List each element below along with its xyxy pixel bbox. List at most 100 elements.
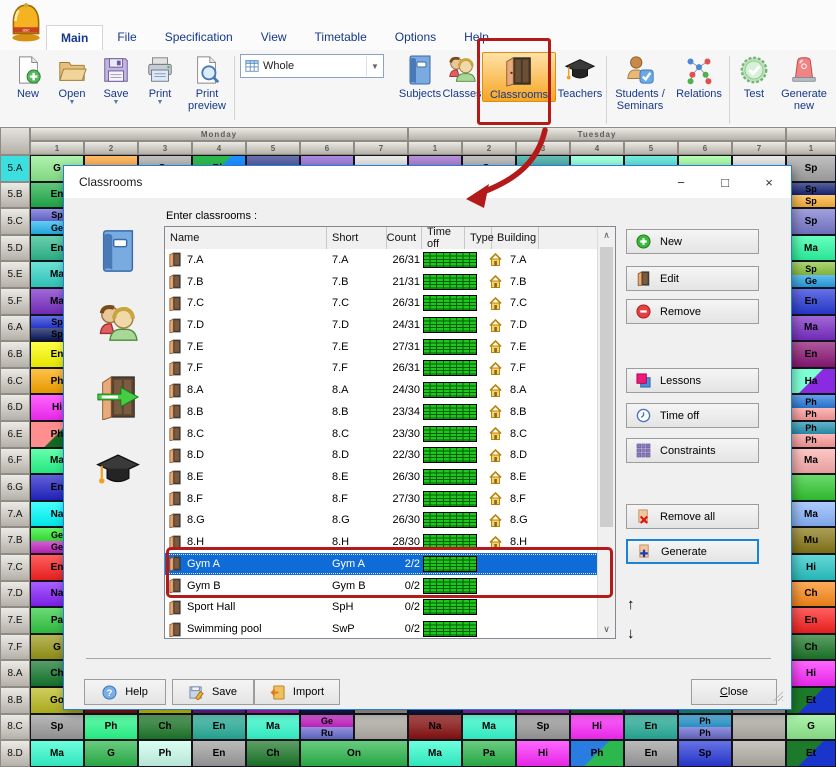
lesson-cell[interactable]: SpSp <box>786 182 836 209</box>
lesson-cell[interactable]: Ch <box>786 634 836 661</box>
lesson-cell[interactable]: Sp <box>786 155 836 182</box>
lesson-cell[interactable]: Sp <box>30 714 84 741</box>
lesson-cell[interactable]: Ch <box>786 581 836 608</box>
entity-button-relations[interactable]: Relations <box>671 52 727 100</box>
lesson-subcell[interactable]: Sp <box>787 183 835 195</box>
table-row-7-a[interactable]: 7.A7.A26/317.A <box>165 249 599 271</box>
lesson-cell[interactable]: Ph <box>138 740 192 767</box>
lesson-cell[interactable]: PhPh <box>678 714 732 741</box>
dropdown-arrow-icon[interactable]: ▼ <box>69 100 76 106</box>
dialog-titlebar[interactable]: Classrooms − □ × <box>64 166 791 198</box>
tab-main[interactable]: Main <box>46 25 103 50</box>
column-header-short[interactable]: Short <box>327 227 387 249</box>
lesson-cell[interactable]: En <box>786 607 836 634</box>
lesson-cell[interactable]: En <box>786 288 836 315</box>
table-row-sport-hall[interactable]: Sport HallSpH0/2 <box>165 597 599 619</box>
lesson-cell[interactable]: PhPh <box>786 421 836 448</box>
resize-grip[interactable] <box>773 691 783 701</box>
lesson-subcell[interactable]: Ph <box>787 395 835 407</box>
lesson-cell[interactable]: Ch <box>246 740 300 767</box>
save-button[interactable]: Save <box>172 679 254 705</box>
lesson-subcell[interactable]: Ph <box>787 408 835 420</box>
lesson-cell[interactable]: Hi <box>786 554 836 581</box>
lesson-cell[interactable]: Ma <box>462 714 516 741</box>
asc-bell-logo-icon[interactable]: asc <box>6 1 46 43</box>
lesson-subcell[interactable]: Ph <box>679 715 731 727</box>
tab-timetable[interactable]: Timetable <box>301 25 381 50</box>
lesson-cell[interactable] <box>732 714 786 741</box>
lesson-cell[interactable]: En <box>192 740 246 767</box>
lesson-cell[interactable] <box>354 714 408 741</box>
lesson-cell[interactable]: Sp <box>678 740 732 767</box>
lesson-cell[interactable]: Et <box>786 740 836 767</box>
lesson-cell[interactable]: Ph <box>84 714 138 741</box>
lesson-cell[interactable]: Ma <box>408 740 462 767</box>
lesson-subcell[interactable]: Ru <box>301 727 353 739</box>
entity-button-teachers[interactable]: Teachers <box>556 52 604 100</box>
edit-button[interactable]: Edit <box>626 266 759 291</box>
lesson-cell[interactable]: G <box>84 740 138 767</box>
close-button[interactable]: Close <box>691 679 777 705</box>
table-row-8-f[interactable]: 8.F8.F27/308.F <box>165 488 599 510</box>
lesson-cell[interactable]: On <box>300 740 408 767</box>
scroll-down-button[interactable]: ∨ <box>598 621 615 638</box>
column-header-time-off[interactable]: Time off <box>422 227 465 249</box>
lesson-subcell[interactable]: Ph <box>679 727 731 739</box>
lesson-cell[interactable]: Sp <box>516 714 570 741</box>
table-row-7-d[interactable]: 7.D7.D24/317.D <box>165 314 599 336</box>
lesson-cell[interactable] <box>732 740 786 767</box>
column-header-building[interactable]: Building <box>492 227 539 249</box>
table-row-7-c[interactable]: 7.C7.C26/317.C <box>165 292 599 314</box>
new-button[interactable]: New <box>626 229 759 254</box>
lesson-cell[interactable]: G <box>786 714 836 741</box>
lesson-cell[interactable]: En <box>786 341 836 368</box>
entity-button-test[interactable]: Test <box>732 52 776 100</box>
tab-file[interactable]: File <box>103 25 150 50</box>
scroll-up-button[interactable]: ∧ <box>598 227 615 244</box>
move-down-button[interactable]: ↓ <box>627 625 635 642</box>
table-row-8-c[interactable]: 8.C8.C23/308.C <box>165 423 599 445</box>
file-button-print-preview[interactable]: Print preview <box>182 52 232 112</box>
generate-button[interactable]: Generate <box>626 539 759 564</box>
table-row-8-e[interactable]: 8.E8.E26/308.E <box>165 466 599 488</box>
table-row-8-b[interactable]: 8.B8.B23/348.B <box>165 401 599 423</box>
lesson-cell[interactable]: Sp <box>786 208 836 235</box>
tab-options[interactable]: Options <box>381 25 450 50</box>
constraints-button[interactable]: Constraints <box>626 438 759 463</box>
column-header-name[interactable]: Name <box>165 227 327 249</box>
tab-specification[interactable]: Specification <box>151 25 247 50</box>
lesson-cell[interactable]: Et <box>786 687 836 714</box>
entity-button-students-seminars[interactable]: Students / Seminars <box>609 52 671 112</box>
maximize-button[interactable]: □ <box>703 166 747 198</box>
sidebar-subjects[interactable] <box>95 228 141 279</box>
close-icon[interactable]: × <box>747 166 791 198</box>
lesson-cell[interactable]: Ma <box>786 315 836 342</box>
lesson-cell[interactable]: Ma <box>246 714 300 741</box>
table-row-7-e[interactable]: 7.E7.E27/317.E <box>165 336 599 358</box>
lesson-cell[interactable]: Ch <box>138 714 192 741</box>
lessons-button[interactable]: Lessons <box>626 368 759 393</box>
lesson-cell[interactable]: Ma <box>786 448 836 475</box>
lesson-cell[interactable]: Ha <box>786 368 836 395</box>
lesson-cell[interactable]: Hi <box>516 740 570 767</box>
lesson-cell[interactable]: SpGe <box>786 261 836 288</box>
lesson-cell[interactable]: Na <box>408 714 462 741</box>
lesson-cell[interactable] <box>786 474 836 501</box>
entity-button-ve[interactable]: Ve <box>832 52 836 68</box>
remove-button[interactable]: Remove <box>626 299 759 324</box>
lesson-cell[interactable]: Hi <box>786 660 836 687</box>
dropdown-arrow-icon[interactable]: ▼ <box>157 100 164 106</box>
lesson-cell[interactable]: Ma <box>30 740 84 767</box>
sidebar-classrooms-active[interactable] <box>95 374 141 425</box>
sidebar-teachers[interactable] <box>95 447 141 498</box>
help-button[interactable]: ?Help <box>84 679 166 705</box>
lesson-cell[interactable]: GeRu <box>300 714 354 741</box>
lesson-subcell[interactable]: Ph <box>787 422 835 434</box>
column-header-count[interactable]: Count <box>387 227 422 249</box>
lesson-subcell[interactable]: Sp <box>787 195 835 207</box>
file-button-open[interactable]: Open▼ <box>50 52 94 112</box>
table-row-7-b[interactable]: 7.B7.B21/317.B <box>165 271 599 293</box>
move-up-button[interactable]: ↑ <box>627 596 635 613</box>
lesson-subcell[interactable]: Ge <box>787 275 835 287</box>
table-row-8-d[interactable]: 8.D8.D22/308.D <box>165 444 599 466</box>
